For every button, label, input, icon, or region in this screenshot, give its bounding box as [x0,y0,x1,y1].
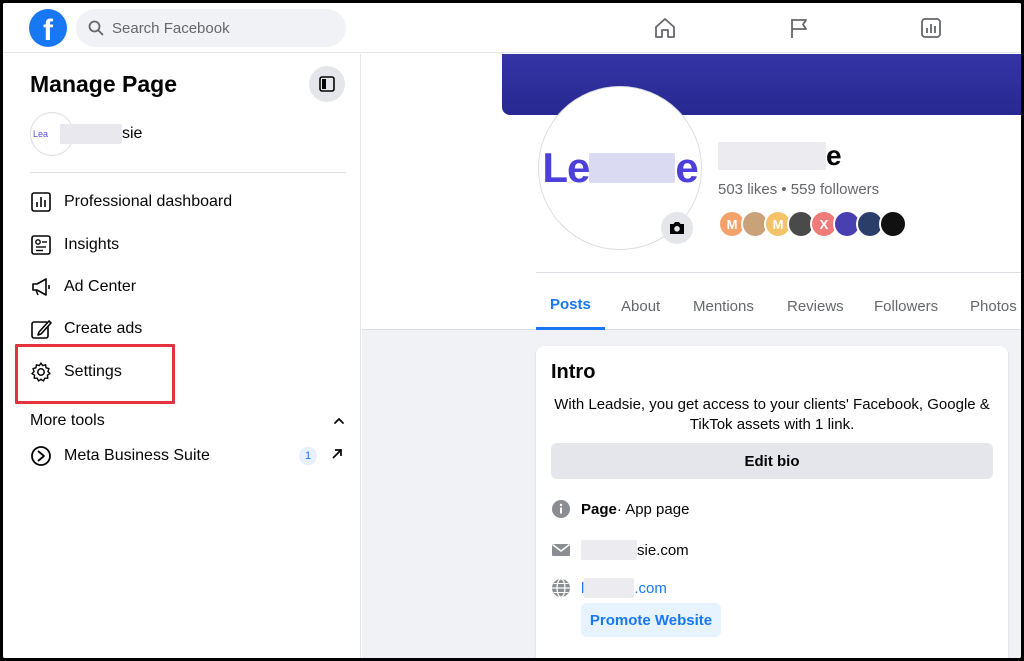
notification-badge: 1 [299,447,317,465]
divider [536,272,1021,273]
settings-highlight-box [15,344,175,404]
tab-mentions[interactable]: Mentions [679,282,768,330]
globe-icon [552,578,570,598]
likes-followers-count[interactable]: 503 likes • 559 followers [718,181,879,198]
envelope-icon [552,543,570,556]
sidebar-title: Manage Page [30,71,177,97]
home-icon[interactable] [651,14,679,42]
search-input[interactable] [112,19,312,37]
email-text[interactable]: sie.com [637,542,689,559]
pencil-icon [31,320,52,339]
manage-page-sidebar: Manage Page Lea sie Professional dashboa… [3,54,361,658]
sidebar-item-ad-center[interactable]: Ad Center [30,269,346,305]
more-tools-header[interactable]: More tools [30,409,346,433]
redacted-blur [589,153,676,183]
page-name: sie [60,124,142,144]
sidebar-item-create-ads[interactable]: Create ads [30,311,346,347]
tab-posts[interactable]: Posts [536,282,605,330]
tab-reviews[interactable]: Reviews [773,282,858,330]
sidebar-item-label: Professional dashboard [64,193,233,210]
promote-website-button[interactable]: Promote Website [581,603,721,637]
update-profile-picture-button[interactable] [661,212,693,244]
camera-icon [670,222,684,234]
intro-title: Intro [551,361,596,383]
email-row: sie.com [551,538,689,562]
follower-avatars[interactable]: MMX [718,210,907,238]
intro-card: Intro With Leadsie, you get access to yo… [536,346,1008,658]
intro-bio-text: With Leadsie, you get access to your cli… [554,396,990,433]
page-title: e [718,140,842,172]
page-category-row: Page · App page [551,497,689,521]
follower-avatar[interactable] [879,210,907,238]
divider [30,172,346,173]
sidebar-toggle-icon [319,76,335,92]
page-switcher[interactable]: Lea sie [30,110,330,158]
info-icon [552,500,570,518]
dashboard-icon [31,192,51,212]
chevron-up-icon [334,417,344,424]
insights-icon [31,235,51,255]
page-avatar-text: Lea [33,129,49,139]
sidebar-item-label: Create ads [64,320,143,337]
main-content: Le e e 503 likes • 559 followers MMX Pos… [362,54,1021,658]
external-link-icon[interactable] [329,446,345,462]
meta-business-suite-icon [31,446,51,466]
sidebar-item-label: Meta Business Suite [64,447,210,464]
redacted-blur [60,124,122,144]
top-nav-bar: f [3,3,1021,53]
search-icon [88,20,104,36]
sidebar-item-professional-dashboard[interactable]: Professional dashboard [30,184,346,220]
more-tools-label: More tools [30,412,105,429]
redacted-blur [718,142,826,170]
website-row: l .com [551,576,667,600]
website-link[interactable]: .com [634,580,667,597]
collapse-sidebar-button[interactable] [309,66,345,102]
search-box[interactable] [76,9,346,47]
facebook-logo-icon[interactable]: f [29,9,67,47]
tab-about[interactable]: About [607,282,674,330]
redacted-blur [584,578,635,598]
sidebar-item-label: Insights [64,236,120,253]
profile-header: Le e e 503 likes • 559 followers MMX Pos… [362,54,1021,330]
insights-chart-icon[interactable] [917,14,945,42]
window-frame: f Manage Page Lea sie [3,3,1021,658]
sidebar-item-insights[interactable]: Insights [30,227,346,263]
page-label: Page [581,500,617,518]
flag-icon[interactable] [785,14,813,42]
tab-photos[interactable]: Photos [956,282,1021,330]
megaphone-icon [32,278,50,296]
tab-followers[interactable]: Followers [860,282,952,330]
edit-bio-button[interactable]: Edit bio [551,443,993,479]
sidebar-item-label: Ad Center [64,278,137,295]
leadsie-logo: Le e [542,144,698,191]
redacted-blur [581,540,637,560]
page-category: · App page [616,500,690,518]
